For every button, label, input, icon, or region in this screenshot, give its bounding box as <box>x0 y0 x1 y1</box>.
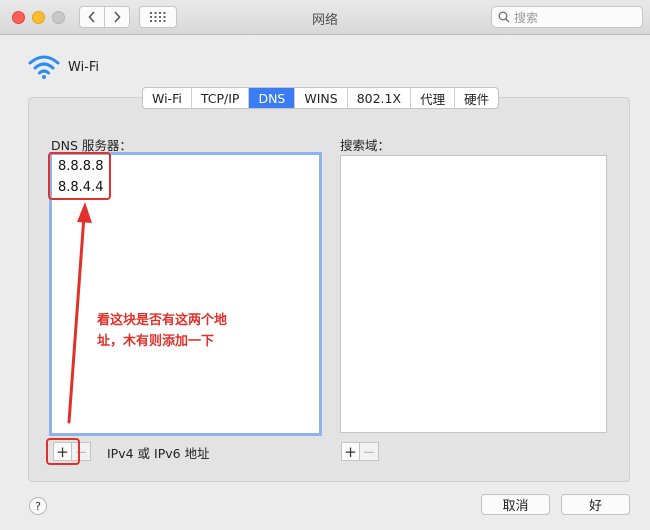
ok-button[interactable]: 好 <box>561 494 630 515</box>
cancel-button[interactable]: 取消 <box>481 494 550 515</box>
help-button[interactable]: ? <box>29 497 47 515</box>
annotation-arrow <box>67 202 92 424</box>
annotation-text: 看这块是否有这两个地址，木有则添加一下 <box>97 313 228 349</box>
